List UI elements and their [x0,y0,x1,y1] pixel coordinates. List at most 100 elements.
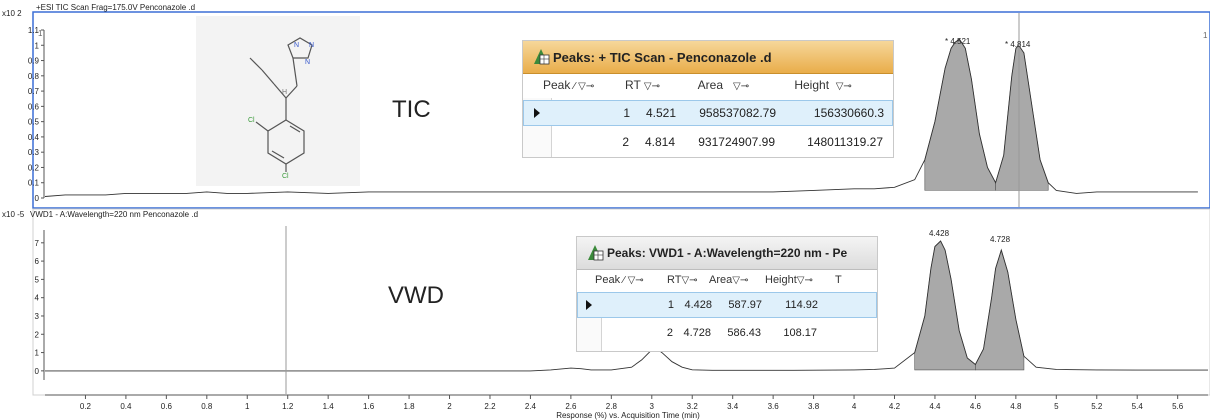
x-tick-label-25: 5.2 [1091,402,1103,411]
x-tick-label-14: 3 [650,402,655,411]
filter-icon: ▽⊸ [643,81,660,92]
svg-text:N: N [309,42,314,49]
vwd-ytick-label-5: 5 [35,275,40,284]
tic-peaks-table-header[interactable]: Peaks: + TIC Scan - Penconazole .d [523,41,893,74]
vwd-ytick-label-1: 1 [35,349,40,358]
vwd-r1-area: 587.97 [728,299,762,311]
tic-panel-title: +ESI TIC Scan Frag=175.0V Penconazole .d [36,3,195,12]
tic-peaks-table[interactable]: Peaks: + TIC Scan - Penconazole .d Peak … [522,40,894,158]
vwd-col-t[interactable]: T [835,274,855,286]
vwd-ytick-label-3: 3 [35,312,40,321]
tic-ytick-label-5: 0.5 [28,118,40,127]
vwd-r1-height: 114.92 [785,299,818,311]
vwd-r2-area: 586.43 [727,327,761,339]
vwd-peaks-row-1[interactable]: 1 4.428 587.97 114.92 [577,292,877,318]
x-tick-label-26: 5.4 [1132,402,1144,411]
vwd-col-area[interactable]: Area▽⊸ [709,274,765,286]
vwd-r1-peak: 1 [667,299,674,311]
tic-ytick-label-9: 0.9 [28,57,40,66]
tic-peaks-column-header: Peak ∕ ▽⊸ RT ▽⊸ Area ▽⊸ Height ▽⊸ [523,78,893,96]
vwd-r2-rt: 4.728 [683,327,711,339]
tic-peaks-table-title: Peaks: + TIC Scan - Penconazole .d [553,50,772,65]
table-triangle-icon [531,47,551,72]
tic-r1-height: 156330660.3 [813,106,884,120]
x-tick-label-22: 4.6 [970,402,982,411]
vwd-col-peak[interactable]: Peak ∕ ▽⊸ [595,274,665,286]
tic-ytick-label-3: 0.3 [28,148,40,157]
filter-icon: ▽⊸ [681,275,698,286]
tic-ytick-label-11: 1.1 [28,26,40,35]
tic-r2-peak: 2 [622,135,629,149]
tic-r1-area: 958537082.79 [699,106,776,120]
tic-annotation: TIC [392,96,431,123]
x-tick-label-23: 4.8 [1010,402,1022,411]
x-axis-label: Response (%) vs. Acquisition Time (min) [556,411,700,420]
tic-ytick-label-8: 0.8 [28,72,40,81]
vwd-peak-label-2: 4.728 [990,235,1011,244]
row-selector-arrow-icon [586,300,592,310]
tic-peaks-row-2[interactable]: 2 4.814 931724907.99 148011319.27 [523,130,893,154]
x-tick-label-13: 2.8 [606,402,618,411]
vwd-ytick-label-0: 0 [35,367,40,376]
svg-text:H: H [282,89,287,96]
vwd-ytick-label-6: 6 [35,257,40,266]
x-tick-label-1: 0.4 [120,402,132,411]
x-tick-label-20: 4.2 [889,402,901,411]
tic-ytick-label-0: 0 [35,194,40,203]
tic-col-height[interactable]: Height ▽⊸ [791,78,891,92]
tic-col-rt[interactable]: RT ▽⊸ [625,78,673,92]
x-tick-label-8: 1.8 [404,402,416,411]
filter-icon: ∕ ▽⊸ [623,275,644,286]
vwd-peaks-table-header[interactable]: Peaks: VWD1 - A:Wavelength=220 nm - Pe [577,237,877,270]
vwd-col-rt[interactable]: RT▽⊸ [667,274,709,286]
vwd-peaks-column-header: Peak ∕ ▽⊸ RT▽⊸ Area▽⊸ Height▽⊸ T [577,274,877,290]
penconazole-structure-image: N N N H Cl Cl [196,16,360,186]
svg-text:N: N [305,59,310,66]
x-tick-label-27: 5.6 [1172,402,1184,411]
vwd-ytick-label-2: 2 [35,330,40,339]
tic-exponent-label: x10 2 [2,9,22,18]
x-tick-label-17: 3.6 [768,402,780,411]
vwd-peaks-row-2[interactable]: 2 4.728 586.43 108.17 [577,322,877,346]
filter-icon: ▽⊸ [835,81,852,92]
table-triangle-icon [585,243,605,268]
vwd-exponent-label: x10 -5 [2,210,25,219]
tic-r2-rt: 4.814 [644,135,675,149]
tic-r2-area: 931724907.99 [698,135,775,149]
vwd-r2-height: 108.17 [783,327,817,339]
tic-r1-rt: 4.521 [645,106,676,120]
row-selector-arrow-icon [534,108,540,118]
svg-text:Cl: Cl [248,117,255,124]
vwd-peak-label-1: 4.428 [929,229,950,238]
tic-r1-peak: 1 [623,106,630,120]
vwd-col-height[interactable]: Height▽⊸ [765,274,833,286]
tic-r2-height: 148011319.27 [807,135,883,149]
x-tick-label-11: 2.4 [525,402,537,411]
x-axis: 0.2 0.4 0.6 0.8 1 1.2 1.4 1.6 1.8 2 2.2 2.4 2.6 2.8 3 3… [45,394,1208,411]
x-tick-label-21: 4.4 [929,402,941,411]
x-tick-label-24: 5 [1054,402,1059,411]
tic-ytick-label-6: 0.6 [28,102,40,111]
tic-corner-label-right: 1 [1203,31,1208,40]
x-tick-label-5: 1.2 [282,402,294,411]
svg-text:N: N [294,42,299,49]
vwd-peaks-table-title: Peaks: VWD1 - A:Wavelength=220 nm - Pe [607,246,848,260]
vwd-annotation: VWD [388,282,444,309]
x-tick-label-0: 0.2 [80,402,92,411]
x-tick-label-9: 2 [447,402,452,411]
tic-ytick-label-2: 0.2 [28,163,40,172]
tic-peak-label-2: * 4.814 [1005,40,1031,49]
x-tick-label-18: 3.8 [808,402,820,411]
vwd-peaks-table[interactable]: Peaks: VWD1 - A:Wavelength=220 nm - Pe P… [576,236,878,352]
filter-icon: ▽⊸ [796,275,813,286]
vwd-ytick-label-7: 7 [35,239,40,248]
tic-col-area[interactable]: Area ▽⊸ [691,78,781,92]
tic-peaks-row-1[interactable]: 1 4.521 958537082.79 156330660.3 [523,100,893,126]
vwd-ytick-label-4: 4 [35,294,40,303]
tic-col-peak[interactable]: Peak ∕ ▽⊸ [543,78,603,92]
vwd-r2-peak: 2 [666,327,673,339]
x-tick-label-2: 0.6 [161,402,173,411]
filter-icon: ∕ ▽⊸ [573,81,595,92]
tic-ytick-label-1: 0.1 [28,179,40,188]
tic-ytick-label-4: 0.4 [28,133,40,142]
